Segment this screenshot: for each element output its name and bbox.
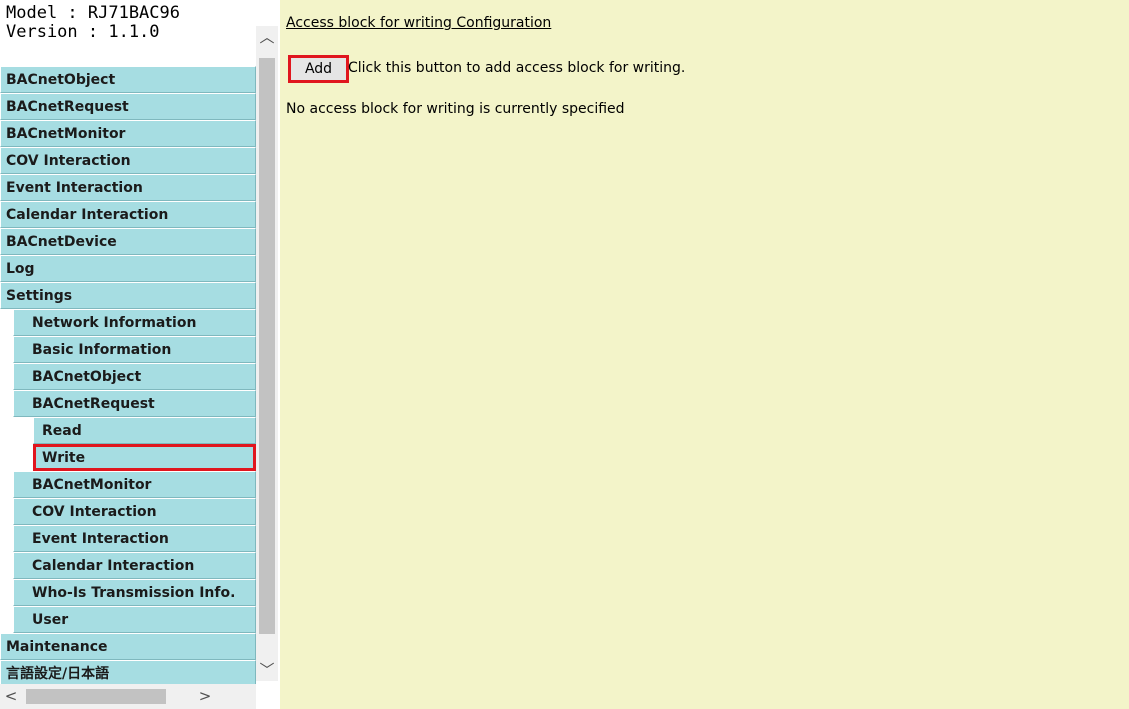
version-label: Version : 1.1.0: [6, 22, 160, 42]
sidebar-item-label: BACnetDevice: [6, 234, 117, 250]
sidebar-item-bacnetmonitor[interactable]: BACnetMonitor: [0, 120, 256, 147]
sidebar-item-label: BACnetObject: [6, 72, 116, 88]
scroll-up-arrow-icon[interactable]: ︿: [256, 26, 278, 48]
sidebar-item-calendar-interaction[interactable]: Calendar Interaction: [13, 552, 256, 579]
horizontal-scroll-thumb[interactable]: [26, 689, 166, 704]
vertical-scrollbar[interactable]: ︿ ﹀: [256, 26, 278, 681]
status-text: No access block for writing is currently…: [286, 101, 625, 117]
scroll-right-arrow-icon[interactable]: >: [194, 684, 216, 709]
scroll-down-arrow-icon[interactable]: ﹀: [256, 659, 278, 681]
sidebar-item-label: Event Interaction: [6, 180, 143, 196]
sidebar-item-user[interactable]: User: [13, 606, 256, 633]
model-label: Model : RJ71BAC96: [6, 3, 180, 23]
sidebar-item-language[interactable]: 言語設定/日本語: [0, 660, 256, 687]
sidebar-item-label: BACnetMonitor: [6, 126, 126, 142]
sidebar-item-label: Log: [6, 261, 35, 277]
sidebar-item-bacnetmonitor[interactable]: BACnetMonitor: [13, 471, 256, 498]
sidebar-item-who-is-transmission-info[interactable]: Who-Is Transmission Info.: [13, 579, 256, 606]
sidebar-item-label: Read: [42, 423, 82, 439]
sidebar-item-basic-information[interactable]: Basic Information: [13, 336, 256, 363]
sidebar-item-cov-interaction[interactable]: COV Interaction: [13, 498, 256, 525]
sidebar-item-label: COV Interaction: [6, 153, 131, 169]
sidebar-item-bacnetobject[interactable]: BACnetObject: [13, 363, 256, 390]
sidebar-item-write[interactable]: Write: [33, 444, 256, 471]
sidebar-item-label: BACnetMonitor: [32, 477, 152, 493]
config-link[interactable]: Access block for writing Configuration: [286, 15, 551, 31]
sidebar-item-settings[interactable]: Settings: [0, 282, 256, 309]
sidebar-item-label: BACnetRequest: [6, 99, 129, 115]
vertical-scroll-thumb[interactable]: [259, 58, 275, 634]
sidebar-item-event-interaction[interactable]: Event Interaction: [13, 525, 256, 552]
sidebar-item-label: Settings: [6, 288, 73, 304]
main-content: Access block for writing Configuration A…: [280, 0, 1129, 709]
sidebar-item-label: Basic Information: [32, 342, 172, 358]
sidebar-item-bacnetrequest[interactable]: BACnetRequest: [13, 390, 256, 417]
sidebar-item-network-information[interactable]: Network Information: [13, 309, 256, 336]
sidebar: Model : RJ71BAC96 Version : 1.1.0 BACnet…: [0, 0, 280, 709]
sidebar-item-label: Calendar Interaction: [32, 558, 195, 574]
sidebar-item-event-interaction[interactable]: Event Interaction: [0, 174, 256, 201]
sidebar-item-bacnetrequest[interactable]: BACnetRequest: [0, 93, 256, 120]
sidebar-item-label: Network Information: [32, 315, 197, 331]
add-button[interactable]: Add: [288, 55, 349, 83]
sidebar-item-label: Maintenance: [6, 639, 108, 655]
sidebar-item-label: COV Interaction: [32, 504, 157, 520]
sidebar-item-label: Write: [42, 450, 86, 466]
sidebar-item-label: BACnetObject: [32, 369, 142, 385]
model-info: Model : RJ71BAC96 Version : 1.1.0: [6, 4, 256, 42]
sidebar-item-label: User: [32, 612, 69, 628]
sidebar-item-bacnetobject[interactable]: BACnetObject: [0, 66, 256, 93]
sidebar-item-label: Calendar Interaction: [6, 207, 169, 223]
horizontal-scrollbar[interactable]: < >: [0, 684, 256, 709]
sidebar-item-label: Who-Is Transmission Info.: [32, 585, 236, 601]
sidebar-item-label: BACnetRequest: [32, 396, 155, 412]
sidebar-item-maintenance[interactable]: Maintenance: [0, 633, 256, 660]
sidebar-item-log[interactable]: Log: [0, 255, 256, 282]
sidebar-item-calendar-interaction[interactable]: Calendar Interaction: [0, 201, 256, 228]
scroll-left-arrow-icon[interactable]: <: [0, 684, 22, 709]
sidebar-item-cov-interaction[interactable]: COV Interaction: [0, 147, 256, 174]
sidebar-item-label: Event Interaction: [32, 531, 169, 547]
navigation-menu: BACnetObject BACnetRequest BACnetMonitor CO…: [0, 66, 256, 687]
add-hint-text: Click this button to add access block fo…: [348, 60, 686, 76]
sidebar-item-bacnetdevice[interactable]: BACnetDevice: [0, 228, 256, 255]
sidebar-item-read[interactable]: Read: [33, 417, 256, 444]
